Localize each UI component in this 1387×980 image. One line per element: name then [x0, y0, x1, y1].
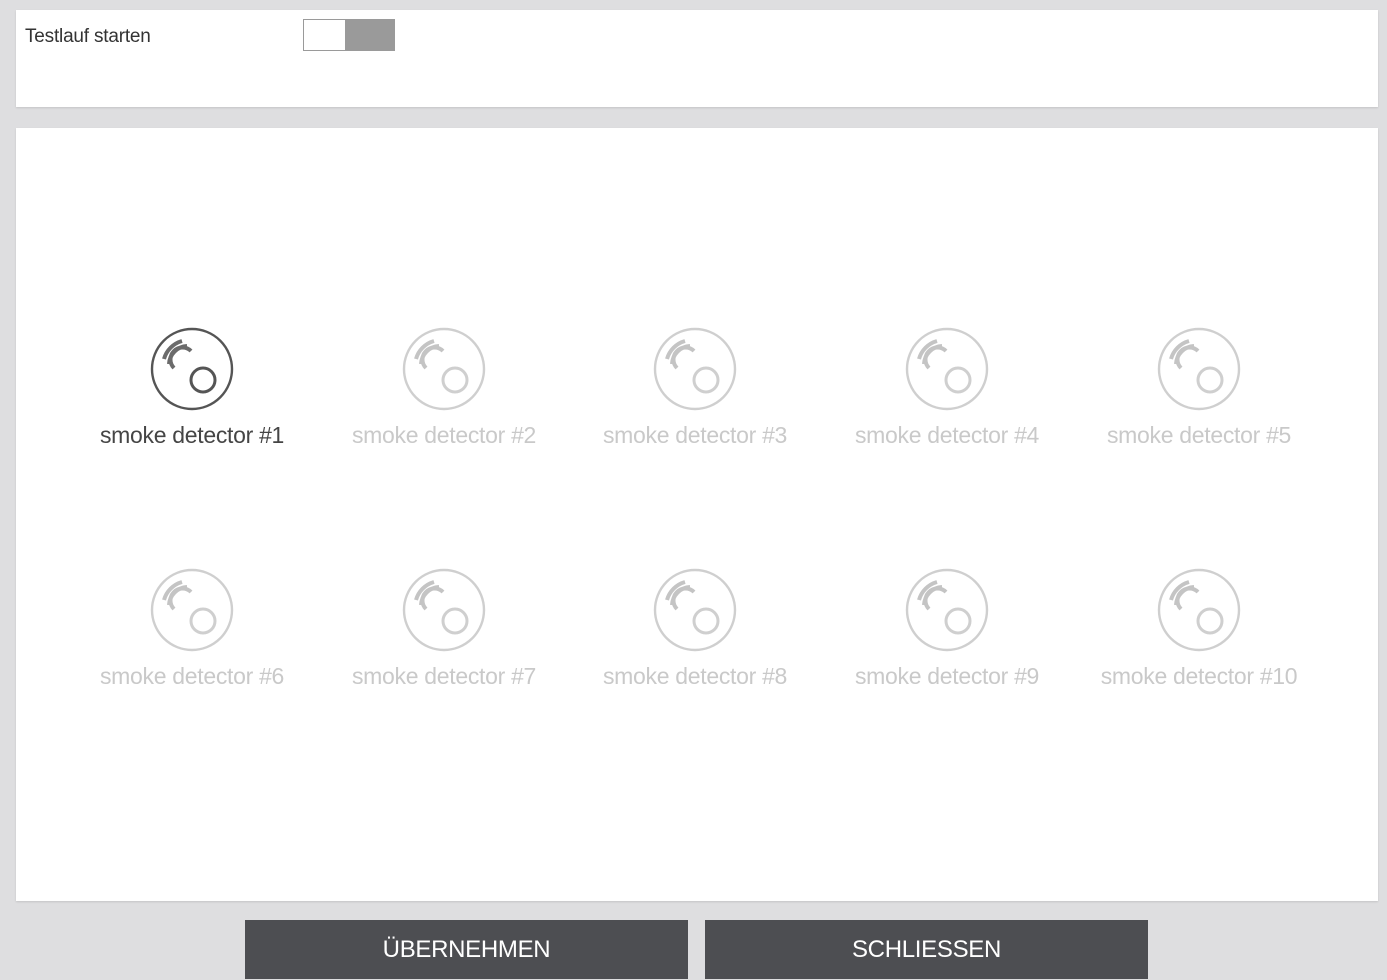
detector-item[interactable]: smoke detector #3 [580, 326, 810, 466]
close-button[interactable]: SCHLIESSEN [705, 920, 1148, 979]
detector-label: smoke detector #1 [99, 422, 285, 448]
detector-item[interactable]: smoke detector #7 [329, 567, 559, 707]
test-run-toggle[interactable] [303, 19, 395, 51]
detector-label: smoke detector #5 [1106, 422, 1292, 448]
detector-item[interactable]: smoke detector #8 [580, 567, 810, 707]
test-run-label: Testlauf starten [25, 26, 151, 47]
smoke-detector-icon [329, 567, 559, 653]
detector-item[interactable]: smoke detector #2 [329, 326, 559, 466]
detector-label: smoke detector #7 [351, 663, 537, 689]
detector-label: smoke detector #3 [602, 422, 788, 448]
smoke-detector-icon [77, 326, 307, 412]
toggle-knob [345, 20, 394, 50]
detector-item[interactable]: smoke detector #9 [832, 567, 1062, 707]
smoke-detector-icon [77, 567, 307, 653]
detector-label: smoke detector #9 [854, 663, 1040, 689]
smoke-detector-icon [329, 326, 559, 412]
detector-item[interactable]: smoke detector #4 [832, 326, 1062, 466]
smoke-detector-icon [832, 326, 1062, 412]
detector-item[interactable]: smoke detector #6 [77, 567, 307, 707]
detector-item[interactable]: smoke detector #1 [77, 326, 307, 466]
smoke-detector-icon [1084, 567, 1314, 653]
detector-label: smoke detector #6 [99, 663, 285, 689]
test-run-header: Testlauf starten [16, 10, 1378, 107]
apply-button[interactable]: ÜBERNEHMEN [245, 920, 688, 979]
detector-label: smoke detector #10 [1100, 663, 1298, 689]
detector-label: smoke detector #2 [351, 422, 537, 448]
detector-item[interactable]: smoke detector #5 [1084, 326, 1314, 466]
smoke-detector-icon [580, 326, 810, 412]
smoke-detector-icon [580, 567, 810, 653]
smoke-detector-icon [832, 567, 1062, 653]
detector-item[interactable]: smoke detector #10 [1084, 567, 1314, 707]
detector-label: smoke detector #8 [602, 663, 788, 689]
detector-label: smoke detector #4 [854, 422, 1040, 448]
detector-grid: smoke detector #1 smoke detector #2 smok… [16, 128, 1378, 901]
smoke-detector-icon [1084, 326, 1314, 412]
test-run-dialog: Testlauf starten smoke detector #1 smoke… [0, 0, 1387, 979]
